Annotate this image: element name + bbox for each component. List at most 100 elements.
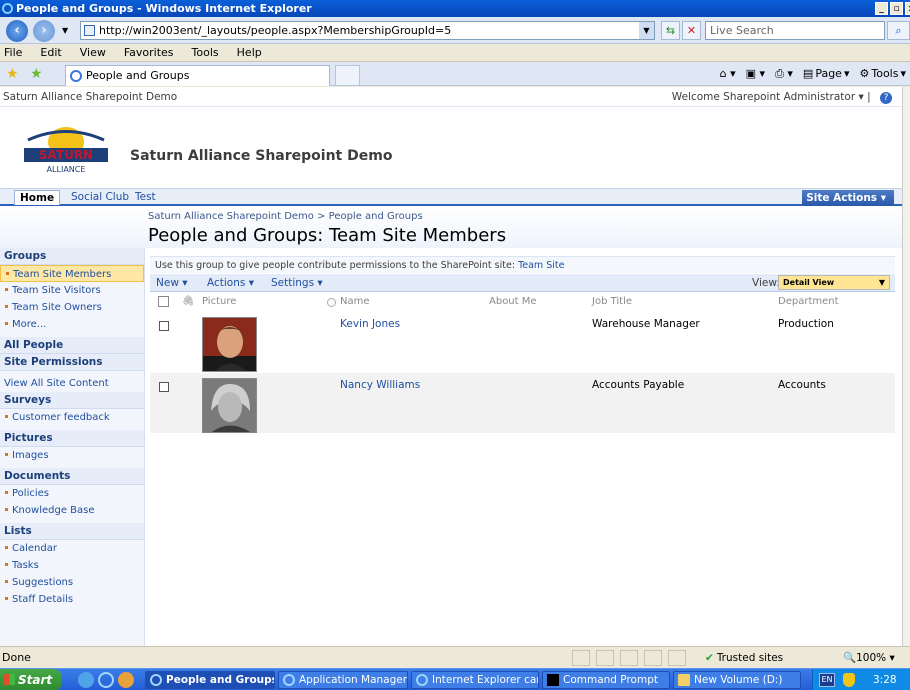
column-department[interactable]: Department <box>778 293 839 311</box>
taskbar-item-people-and-groups[interactable]: People and Groups ... <box>145 671 275 689</box>
minimize-button[interactable]: _ <box>875 2 888 15</box>
tools-menu[interactable]: ⚙ Tools ▾ <box>859 66 906 82</box>
favorites-star-icon[interactable]: ★ <box>6 66 19 82</box>
leftnav-suggestions[interactable]: Suggestions <box>0 574 144 591</box>
stop-icon[interactable]: ✕ <box>682 21 701 40</box>
menu-edit[interactable]: Edit <box>40 44 61 61</box>
row-checkbox[interactable] <box>159 382 169 392</box>
site-actions-button[interactable]: Site Actions ▾ <box>802 190 894 206</box>
leftnav-staff-details[interactable]: Staff Details <box>0 591 144 608</box>
home-icon[interactable]: ⌂ ▾ <box>720 66 736 82</box>
leftnav-team-site-visitors[interactable]: Team Site Visitors <box>0 282 144 299</box>
tab-people-and-groups[interactable]: People and Groups <box>65 65 330 86</box>
leftnav-team-site-members[interactable]: Team Site Members <box>0 265 144 282</box>
column-picture[interactable]: Picture <box>202 293 236 311</box>
nav-home[interactable]: Home <box>14 190 61 205</box>
actions-menu[interactable]: Actions ▾ <box>207 274 254 292</box>
lists-header[interactable]: Lists <box>0 523 144 540</box>
select-all-checkbox[interactable] <box>158 296 169 307</box>
zoom-control[interactable]: 🔍100% ▾ <box>843 647 895 669</box>
team-site-link[interactable]: Team Site <box>518 260 564 271</box>
add-favorite-icon[interactable]: ★ <box>30 66 43 82</box>
site-permissions-link[interactable]: Site Permissions <box>0 354 144 371</box>
welcome-menu[interactable]: Welcome Sharepoint Administrator ▾ | ? <box>672 87 892 107</box>
help-icon[interactable]: ? <box>880 92 892 104</box>
taskbar-item-internet-explorer[interactable]: Internet Explorer can... <box>411 671 539 689</box>
leftnav-team-site-owners[interactable]: Team Site Owners <box>0 299 144 316</box>
start-button[interactable]: Start <box>0 669 62 690</box>
status-cell <box>668 650 686 666</box>
taskbar-item-application-management[interactable]: Application Managem... <box>278 671 408 689</box>
column-headers: 🖇 Picture Name About Me Job Title Depart… <box>150 293 895 311</box>
vertical-scrollbar[interactable] <box>902 87 910 646</box>
view-select[interactable]: Detail View ▼ <box>778 275 890 290</box>
taskbar-item-new-volume[interactable]: New Volume (D:) <box>673 671 801 689</box>
groups-header[interactable]: Groups <box>0 248 144 265</box>
quicklaunch-icon[interactable] <box>118 672 134 688</box>
address-input[interactable]: http://win2003ent/_layouts/people.aspx?M… <box>80 21 655 40</box>
column-job-title[interactable]: Job Title <box>592 293 632 311</box>
breadcrumb[interactable]: Saturn Alliance Sharepoint Demo > People… <box>148 211 423 222</box>
print-icon[interactable]: ⎙ ▾ <box>775 66 793 82</box>
main-content: Use this group to give people contribute… <box>150 248 895 646</box>
row-checkbox[interactable] <box>159 321 169 331</box>
nav-social-club[interactable]: Social Club <box>66 190 134 205</box>
site-title[interactable]: Saturn Alliance Sharepoint Demo <box>130 148 392 164</box>
leftnav-label: Tasks <box>12 560 39 571</box>
forward-icon[interactable]: › <box>33 20 55 42</box>
menu-tools[interactable]: Tools <box>192 44 219 61</box>
leftnav-more[interactable]: More... <box>0 316 144 333</box>
zone-label: Trusted sites <box>716 652 784 664</box>
view-all-site-content-link[interactable]: View All Site Content <box>0 375 144 392</box>
surveys-header[interactable]: Surveys <box>0 392 144 409</box>
language-indicator[interactable]: EN <box>819 673 835 687</box>
new-menu[interactable]: New ▾ <box>156 274 188 292</box>
refresh-icon[interactable]: ⇆ <box>661 21 680 40</box>
taskbar-item-command-prompt[interactable]: Command Prompt <box>542 671 670 689</box>
address-dropdown-icon[interactable]: ▼ <box>639 22 654 39</box>
documents-header[interactable]: Documents <box>0 468 144 485</box>
leftnav-customer-feedback[interactable]: Customer feedback <box>0 409 144 426</box>
restore-button[interactable]: ▫ <box>890 2 903 15</box>
search-icon[interactable]: ⌕ <box>887 21 910 40</box>
close-button[interactable]: x <box>905 2 910 15</box>
page-menu[interactable]: ▤ Page ▾ <box>803 66 850 82</box>
site-actions-label: Site Actions <box>806 192 878 204</box>
left-navigation: Groups Team Site Members Team Site Visit… <box>0 248 145 646</box>
feeds-icon[interactable]: ▣ ▾ <box>746 66 765 82</box>
site-top-title[interactable]: Saturn Alliance Sharepoint Demo <box>3 91 177 103</box>
security-zone[interactable]: ✔ Trusted sites <box>705 647 783 669</box>
member-photo <box>202 378 257 433</box>
menu-file[interactable]: File <box>4 44 22 61</box>
leftnav-tasks[interactable]: Tasks <box>0 557 144 574</box>
leftnav-label: Images <box>12 450 49 461</box>
search-input[interactable]: Live Search <box>705 21 885 40</box>
ie-tab-icon <box>70 70 82 82</box>
settings-menu[interactable]: Settings ▾ <box>271 274 323 292</box>
all-people-link[interactable]: All People <box>0 337 144 354</box>
leftnav-knowledge-base[interactable]: Knowledge Base <box>0 502 144 519</box>
member-name[interactable]: Nancy Williams <box>340 379 420 391</box>
task-label: Application Managem... <box>299 674 407 686</box>
leftnav-label: Staff Details <box>12 594 74 605</box>
menu-view[interactable]: View <box>80 44 106 61</box>
quicklaunch-icon[interactable] <box>78 672 94 688</box>
history-dropdown-icon[interactable]: ▼ <box>62 26 68 35</box>
leftnav-images[interactable]: Images <box>0 447 144 464</box>
pictures-header[interactable]: Pictures <box>0 430 144 447</box>
ie-quicklaunch-icon[interactable] <box>98 672 114 688</box>
status-text: Done <box>2 651 31 664</box>
member-name[interactable]: Kevin Jones <box>340 318 400 330</box>
menu-help[interactable]: Help <box>237 44 262 61</box>
back-icon[interactable]: ‹ <box>6 20 28 42</box>
new-tab-button[interactable] <box>335 65 360 86</box>
nav-test[interactable]: Test <box>130 190 161 205</box>
leftnav-policies[interactable]: Policies <box>0 485 144 502</box>
leftnav-calendar[interactable]: Calendar <box>0 540 144 557</box>
column-about-me[interactable]: About Me <box>489 293 537 311</box>
column-name[interactable]: Name <box>340 293 370 311</box>
clock[interactable]: 3:28 PM <box>873 669 910 690</box>
menu-favorites[interactable]: Favorites <box>124 44 174 61</box>
security-shield-icon[interactable] <box>843 673 855 687</box>
title-bar: People and Groups - Windows Internet Exp… <box>0 0 910 17</box>
